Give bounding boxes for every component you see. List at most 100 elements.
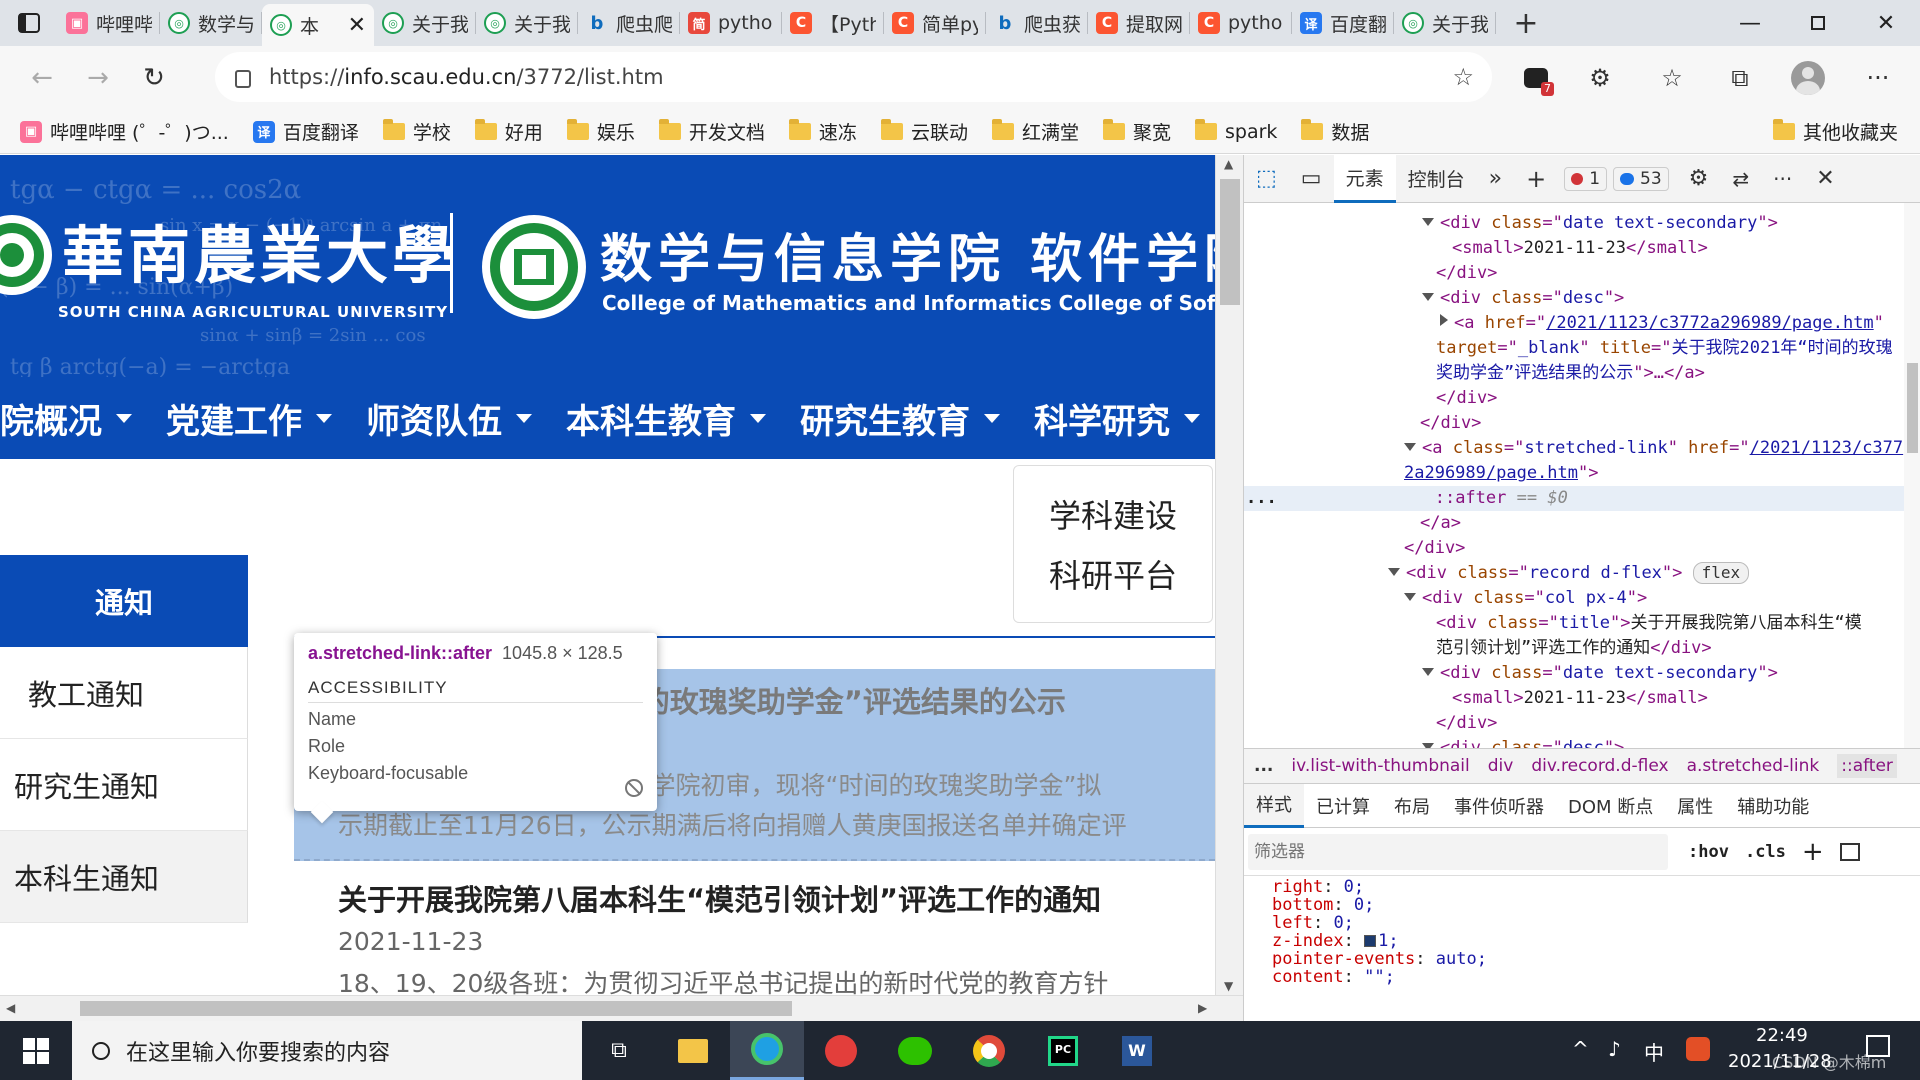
elements-scrollbar[interactable] (1904, 203, 1920, 748)
styles-tab[interactable]: DOM 断点 (1556, 784, 1665, 828)
extensions-button[interactable]: ⚙ (1578, 56, 1622, 100)
styles-tab[interactable]: 布局 (1382, 784, 1442, 828)
minimize-button[interactable]: — (1716, 0, 1784, 46)
tab-elements[interactable]: 元素 (1333, 154, 1396, 203)
browser-tab[interactable]: b 爬虫爬 (578, 0, 680, 46)
clock-time[interactable]: 22:49 (1756, 1025, 1808, 1046)
browser-tab[interactable]: ▣ 哔哩哔 (58, 0, 160, 46)
favorite-item[interactable]: 好用 (474, 118, 543, 145)
dom-link[interactable]: /2021/1123/c377 (1750, 438, 1904, 458)
styles-tab[interactable]: 样式 (1244, 783, 1304, 828)
site-menu-item[interactable]: 本科生教育 (566, 394, 766, 443)
flex-badge[interactable]: flex (1692, 562, 1750, 584)
taskbar-edge[interactable] (730, 1021, 804, 1080)
css-declaration[interactable]: bottom: 0; (1244, 896, 1904, 914)
dom-node[interactable]: <div class="title">关于开展我院第八届本科生“模 (1436, 611, 1862, 636)
styles-tab[interactable]: 属性 (1665, 784, 1725, 828)
inspect-element-button[interactable]: ⬚ (1244, 155, 1289, 203)
site-menu-item[interactable]: 师资队伍 (366, 394, 532, 443)
scrollbar-thumb[interactable] (80, 1001, 792, 1016)
styles-filter-input[interactable] (1248, 833, 1668, 870)
css-declaration[interactable]: pointer-events: auto; (1244, 950, 1904, 968)
more-tabs-button[interactable]: » (1477, 155, 1514, 203)
new-tab-button[interactable]: + (1496, 0, 1556, 46)
site-menu-item[interactable]: 院概况 (0, 394, 132, 443)
dom-node[interactable]: <small>2021-11-23</small> (1452, 686, 1708, 711)
css-declaration[interactable]: content: ""; (1244, 968, 1904, 986)
taskbar-netease-music[interactable] (804, 1021, 878, 1080)
start-button[interactable] (0, 1021, 72, 1080)
add-favorite-icon[interactable]: ☆ (1452, 63, 1474, 91)
page-horizontal-scrollbar[interactable]: ◀ ▶ (0, 995, 1243, 1021)
dom-link[interactable]: /2021/1123/c3772a296989/page.htm (1546, 313, 1874, 333)
devtools-settings-button[interactable]: ⚙ (1677, 155, 1721, 203)
browser-tab[interactable]: ◎ 数学与 (160, 0, 262, 46)
address-bar[interactable]: https://info.scau.edu.cn/3772/list.htm ☆ (215, 52, 1492, 102)
devtools-close-button[interactable]: ✕ (1804, 155, 1846, 203)
close-window-button[interactable]: ✕ (1852, 0, 1920, 46)
taskbar-wechat[interactable] (878, 1021, 952, 1080)
maximize-button[interactable] (1784, 0, 1852, 46)
favorite-item[interactable]: 开发文档 (658, 118, 765, 145)
ime-indicator[interactable]: 中 (1644, 1037, 1664, 1066)
favorites-button[interactable]: ☆ (1650, 56, 1694, 100)
other-favorites[interactable]: 其他收藏夹 (1772, 118, 1898, 145)
browser-tab[interactable]: ◎ 关于我 (476, 0, 578, 46)
tab-console[interactable]: 控制台 (1396, 155, 1477, 203)
sidebar-item[interactable]: 本科生通知 (0, 831, 248, 923)
scroll-left-icon[interactable]: ◀ (6, 1001, 15, 1015)
scrollbar-thumb[interactable] (1907, 363, 1918, 453)
browser-tab[interactable]: ◎ 本 ✕ (262, 4, 374, 46)
browser-tab[interactable]: b 爬虫获 (986, 0, 1088, 46)
breadcrumb-item[interactable]: ... (1254, 756, 1273, 776)
site-menu-item[interactable]: 党建工作 (166, 394, 332, 443)
breadcrumb-item[interactable]: div (1488, 756, 1514, 776)
browser-tab[interactable]: ◎ 关于我 (374, 0, 476, 46)
volume-icon[interactable]: ♪ (1608, 1037, 1621, 1061)
css-declaration[interactable]: z-index: 1; (1244, 932, 1904, 950)
category-link-discipline[interactable]: 学科建设 (1049, 491, 1177, 537)
taskbar-search[interactable]: 在这里输入你要搜索的内容 (72, 1021, 582, 1080)
sidebar-item[interactable]: 教工通知 (0, 647, 248, 739)
styles-tab[interactable]: 已计算 (1304, 784, 1382, 828)
dom-node[interactable]: <div class="date text-secondary"> (1422, 661, 1778, 686)
notice-record[interactable]: 关于开展我院第八届本科生“模范引领计划”评选工作的通知 2021-11-23 1… (294, 871, 1215, 995)
sidebar-item[interactable]: 通知 (0, 555, 248, 647)
favorite-item[interactable]: 聚宽 (1102, 118, 1171, 145)
favorite-item[interactable]: 红满堂 (991, 118, 1079, 145)
dom-node[interactable]: <div class="col px-4"> (1404, 586, 1647, 611)
add-tab-button[interactable]: + (1514, 155, 1558, 203)
browser-tab[interactable]: 译百度翻 (1292, 0, 1394, 46)
breadcrumb-item[interactable]: a.stretched-link (1687, 756, 1820, 776)
hover-state-toggle[interactable]: :hov (1688, 842, 1729, 862)
scroll-right-icon[interactable]: ▶ (1198, 1001, 1207, 1015)
browser-tab[interactable]: C 提取网 (1088, 0, 1190, 46)
styles-tab[interactable]: 事件侦听器 (1442, 784, 1556, 828)
site-menu-item[interactable]: 研究生教育 (800, 394, 1000, 443)
back-button[interactable]: ← (14, 50, 70, 106)
collections-button[interactable]: ⧉ (1718, 56, 1762, 100)
forward-button[interactable]: → (70, 50, 126, 106)
browser-tab[interactable]: C 简单py (884, 0, 986, 46)
refresh-button[interactable]: ↻ (126, 50, 182, 106)
breadcrumb-item[interactable]: iv.list-with-thumbnail (1291, 756, 1469, 776)
dom-node[interactable]: <div class="desc"> (1422, 286, 1624, 311)
css-declaration[interactable]: left: 0; (1244, 914, 1904, 932)
favorite-item[interactable]: 数据 (1301, 118, 1369, 145)
close-tab-icon[interactable]: ✕ (348, 13, 366, 38)
node-actions-icon[interactable]: ... (1246, 488, 1277, 508)
device-emulation-button[interactable]: ▭ (1289, 155, 1334, 203)
favorite-item[interactable]: ▣ 哔哩哔哩 (゜-゜)つ... (20, 118, 229, 145)
dom-node[interactable]: <div class="record d-flex"> flex (1388, 561, 1750, 586)
site-menu-item[interactable]: 科学研究 (1034, 394, 1200, 443)
elements-tree[interactable]: <div class="date text-secondary"> <small… (1244, 203, 1904, 748)
dom-node[interactable]: <div class="desc"> (1422, 736, 1624, 748)
taskbar-chrome[interactable] (952, 1021, 1026, 1080)
error-count-badge[interactable]: 1 (1564, 166, 1608, 191)
scroll-up-icon[interactable]: ▲ (1224, 157, 1233, 171)
taskbar-word[interactable]: W (1100, 1021, 1174, 1080)
favorite-item[interactable]: 学校 (382, 118, 451, 145)
profile-button[interactable] (1786, 56, 1830, 100)
task-view-button[interactable]: ⧉ (582, 1021, 656, 1080)
favorite-item[interactable]: 娱乐 (566, 118, 635, 145)
